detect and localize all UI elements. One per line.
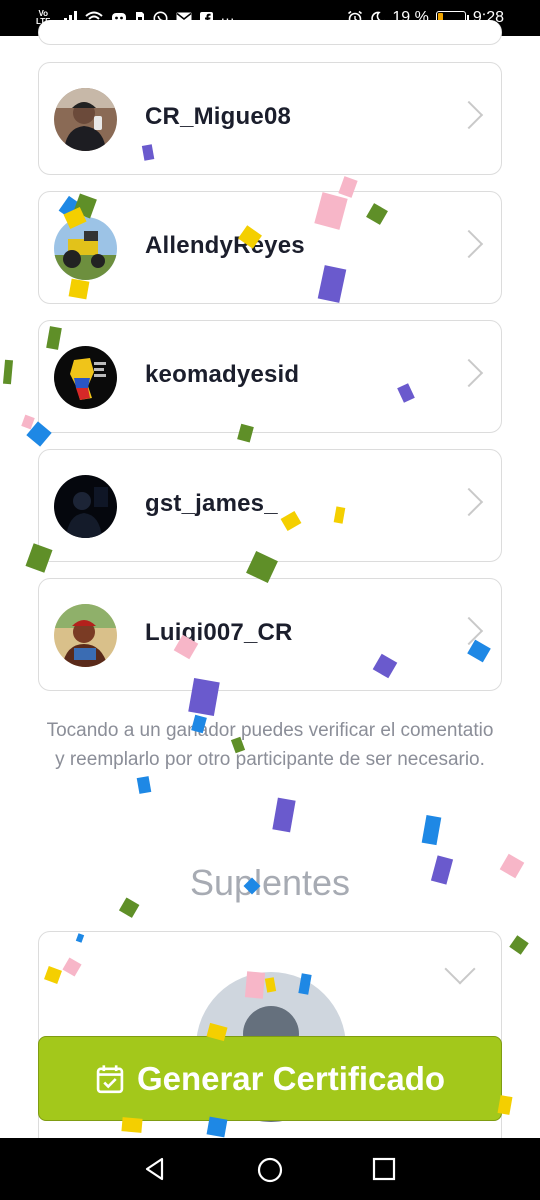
system-navigation-bar [0, 1138, 540, 1200]
generate-certificate-label: Generar Certificado [136, 1059, 446, 1097]
winner-username: CR_Migue08 [145, 103, 292, 130]
recent-apps-icon[interactable] [371, 1156, 397, 1182]
avatar [54, 475, 117, 538]
chevron-right-icon [454, 487, 484, 517]
winner-username: AllendyReyes [145, 232, 305, 259]
winner-card[interactable]: Luigi007_CR [38, 578, 502, 691]
winner-card[interactable]: CR_Migue08 [38, 62, 502, 175]
chevron-right-icon [454, 100, 484, 130]
winner-card[interactable]: AllendyReyes [38, 191, 502, 304]
winner-username: keomadyesid [145, 361, 300, 388]
back-icon[interactable] [142, 1156, 168, 1182]
calendar-check-icon [96, 1064, 124, 1093]
avatar [54, 217, 117, 280]
generate-certificate-button[interactable]: Generar Certificado [38, 1036, 502, 1121]
chevron-right-icon [454, 229, 484, 259]
avatar [54, 346, 117, 409]
chevron-down-icon[interactable] [444, 953, 476, 985]
previous-winner-card-partial[interactable] [38, 20, 502, 45]
winner-card[interactable]: gst_james_ [38, 449, 502, 562]
verify-winner-note: Tocando a un ganador puedes verificar el… [46, 720, 494, 770]
home-icon[interactable] [256, 1156, 284, 1184]
suplentes-heading: Suplentes [189, 862, 351, 903]
chevron-right-icon [454, 358, 484, 388]
avatar [54, 88, 117, 151]
winner-card[interactable]: keomadyesid [38, 320, 502, 433]
chevron-right-icon [454, 616, 484, 646]
winner-username: gst_james_ [145, 490, 278, 517]
winner-username: Luigi007_CR [145, 619, 293, 646]
avatar [54, 604, 117, 667]
